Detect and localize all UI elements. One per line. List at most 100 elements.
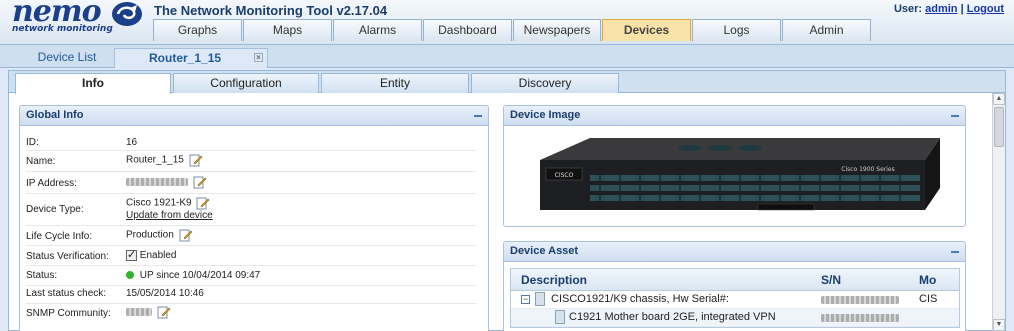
status-verification-value-wrap: Enabled bbox=[126, 248, 177, 262]
ip-label: IP Address: bbox=[26, 178, 77, 189]
name-label: Name: bbox=[26, 156, 56, 167]
device-brand-label: CISCO bbox=[555, 172, 574, 179]
tab-discovery[interactable]: Discovery bbox=[471, 73, 619, 93]
tab-alarms[interactable]: Alarms bbox=[333, 19, 422, 41]
info-row-status-verification: Status Verification: Enabled bbox=[26, 246, 476, 266]
tab-router-1-15[interactable]: Router_1_15 × bbox=[114, 48, 268, 68]
status-up-icon bbox=[126, 271, 134, 280]
device-image-panel: Device Image CISCO Cisco 1900 Series bbox=[503, 105, 966, 227]
tab-info[interactable]: Info bbox=[15, 73, 171, 94]
device-asset-table: Description S/N Mo − CISCO1921/K9 chassi… bbox=[510, 268, 960, 328]
status-verification-value: Enabled bbox=[139, 250, 177, 262]
last-check-label: Last status check: bbox=[26, 288, 107, 299]
main-nav-tabs: Graphs Maps Alarms Dashboard Newspapers … bbox=[153, 19, 872, 41]
info-row-name: Name: Router_1_15 bbox=[26, 151, 476, 172]
device-image-header: Device Image bbox=[504, 106, 965, 126]
user-label: User: bbox=[893, 3, 923, 15]
device-type-label: Device Type: bbox=[26, 204, 84, 215]
global-info-table: ID: 16 Name: Router_1_15 IP Address: Dev… bbox=[26, 134, 476, 324]
col-model[interactable]: Mo bbox=[919, 273, 936, 287]
tab-entity[interactable]: Entity bbox=[321, 73, 469, 93]
tab-device-list[interactable]: Device List bbox=[22, 48, 112, 68]
snmp-redacted bbox=[126, 308, 152, 316]
serial-redacted bbox=[821, 314, 899, 322]
logo-tagline: network monitoring bbox=[12, 24, 113, 34]
id-label: ID: bbox=[26, 137, 39, 148]
app-title: The Network Monitoring Tool v2.17.04 bbox=[154, 3, 388, 18]
logo-swirl-icon bbox=[112, 2, 142, 26]
user-separator: | bbox=[960, 3, 964, 15]
edit-name-icon[interactable] bbox=[189, 153, 203, 167]
device-image-title: Device Image bbox=[510, 109, 581, 121]
ip-value-wrap bbox=[126, 175, 207, 189]
asset-description: C1921 Mother board 2GE, integrated VPN bbox=[569, 311, 776, 323]
edit-lifecycle-icon[interactable] bbox=[179, 228, 193, 242]
snmp-label: SNMP Community: bbox=[26, 308, 111, 319]
status-label: Status: bbox=[26, 270, 58, 281]
info-row-snmp: SNMP Community: bbox=[26, 304, 476, 324]
status-value-wrap: UP since 10/04/2014 09:47 bbox=[126, 270, 260, 281]
tab-maps[interactable]: Maps bbox=[243, 19, 332, 41]
lifecycle-value: Production bbox=[126, 229, 174, 241]
asset-table-header: Description S/N Mo bbox=[511, 269, 959, 291]
info-row-lifecycle: Life Cycle Info: Production bbox=[26, 226, 476, 246]
nemo-logo[interactable]: nemo network monitoring bbox=[8, 0, 148, 40]
tab-graphs[interactable]: Graphs bbox=[153, 19, 242, 41]
col-description[interactable]: Description bbox=[521, 273, 587, 287]
info-row-device-type: Device Type: Cisco 1921-K9 Update from d… bbox=[26, 194, 476, 226]
router-device-image: CISCO Cisco 1900 Series bbox=[540, 138, 940, 211]
router-tab-label: Router_1_15 bbox=[149, 51, 222, 65]
lifecycle-value-wrap: Production bbox=[126, 228, 193, 242]
scroll-up-icon[interactable]: ▲ bbox=[993, 93, 1005, 105]
edit-snmp-icon[interactable] bbox=[157, 305, 171, 319]
device-sub-tabs: Device List Router_1_15 × bbox=[0, 44, 1014, 68]
close-tab-icon[interactable]: × bbox=[254, 53, 263, 62]
device-type-value-wrap: Cisco 1921-K9 Update from device bbox=[126, 196, 213, 221]
device-detail-tabs: Info Configuration Entity Discovery bbox=[9, 71, 1005, 94]
lifecycle-label: Life Cycle Info: bbox=[26, 231, 93, 242]
device-asset-title: Device Asset bbox=[510, 245, 579, 257]
status-value: UP since 10/04/2014 09:47 bbox=[139, 270, 261, 281]
tab-dashboard[interactable]: Dashboard bbox=[423, 19, 512, 41]
collapse-icon[interactable] bbox=[474, 115, 482, 117]
app-header: nemo network monitoring The Network Moni… bbox=[0, 0, 1014, 44]
scroll-thumb[interactable] bbox=[994, 107, 1004, 147]
status-verification-checkbox[interactable] bbox=[126, 248, 137, 261]
info-row-id: ID: 16 bbox=[26, 134, 476, 151]
asset-description: CISCO1921/K9 chassis, Hw Serial#: bbox=[551, 293, 729, 305]
name-value-wrap: Router_1_15 bbox=[126, 153, 203, 167]
info-row-last-check: Last status check: 15/05/2014 10:46 bbox=[26, 286, 476, 304]
scroll-down-icon[interactable]: ▼ bbox=[993, 319, 1005, 331]
tab-admin[interactable]: Admin bbox=[782, 19, 871, 41]
tab-logs[interactable]: Logs bbox=[692, 19, 781, 41]
device-type-value: Cisco 1921-K9 bbox=[126, 197, 192, 209]
tab-newspapers[interactable]: Newspapers bbox=[513, 19, 601, 41]
device-asset-header: Device Asset bbox=[504, 242, 965, 262]
table-row[interactable]: − CISCO1921/K9 chassis, Hw Serial#: CIS bbox=[511, 291, 959, 309]
global-info-panel: Global Info ID: 16 Name: Router_1_15 IP … bbox=[19, 105, 489, 331]
col-serial-number[interactable]: S/N bbox=[821, 273, 841, 287]
device-asset-panel: Device Asset Description S/N Mo − CISCO1… bbox=[503, 241, 966, 331]
status-verification-label: Status Verification: bbox=[26, 251, 109, 262]
table-row[interactable]: C1921 Mother board 2GE, integrated VPN bbox=[511, 309, 959, 327]
edit-device-type-icon[interactable] bbox=[196, 196, 210, 210]
collapse-icon[interactable] bbox=[951, 115, 959, 117]
collapse-icon[interactable] bbox=[951, 251, 959, 253]
vertical-scrollbar[interactable]: ▲ ▼ bbox=[992, 93, 1005, 331]
snmp-value-wrap bbox=[126, 305, 171, 319]
serial-redacted bbox=[821, 296, 899, 304]
user-name-link[interactable]: admin bbox=[925, 3, 957, 15]
tab-configuration[interactable]: Configuration bbox=[173, 73, 319, 93]
global-info-header: Global Info bbox=[20, 106, 488, 126]
last-check-value: 15/05/2014 10:46 bbox=[126, 288, 204, 299]
asset-model: CIS bbox=[919, 293, 938, 305]
collapse-tree-icon[interactable]: − bbox=[521, 295, 530, 304]
update-from-device-link[interactable]: Update from device bbox=[126, 210, 213, 221]
global-info-title: Global Info bbox=[26, 109, 84, 121]
id-value: 16 bbox=[126, 137, 138, 148]
tab-devices[interactable]: Devices bbox=[602, 19, 691, 41]
info-row-status: Status: UP since 10/04/2014 09:47 bbox=[26, 266, 476, 286]
chassis-icon bbox=[535, 292, 545, 306]
edit-ip-icon[interactable] bbox=[193, 175, 207, 189]
logout-link[interactable]: Logout bbox=[967, 3, 1004, 15]
